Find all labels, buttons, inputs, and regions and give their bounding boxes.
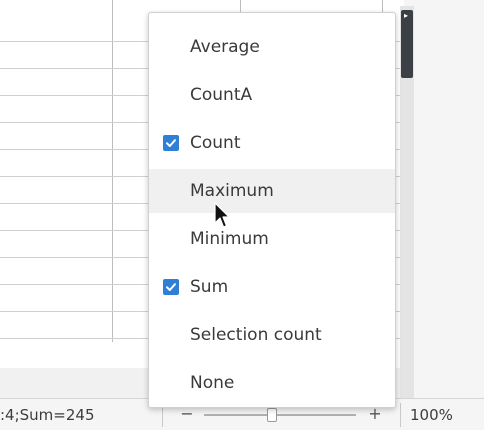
spreadsheet-window: ▸ :4;Sum=245 − + 100% Average CountA Cou… (0, 0, 484, 430)
menu-item-label: Count (190, 133, 241, 153)
menu-item-selection-count[interactable]: Selection count (149, 313, 395, 357)
status-function-menu: Average CountA Count Maximum Minimum Sum… (148, 12, 396, 408)
status-separator (400, 403, 401, 427)
menu-item-label: CountA (190, 85, 253, 105)
mouse-pointer-icon (214, 202, 230, 228)
menu-item-label: Maximum (190, 181, 274, 201)
checkbox-checked-icon (163, 279, 179, 295)
check-icon (166, 139, 176, 147)
menu-item-sum[interactable]: Sum (149, 265, 395, 309)
triangle-right-icon: ▸ (404, 11, 409, 20)
menu-item-none[interactable]: None (149, 361, 395, 405)
menu-item-average[interactable]: Average (149, 25, 395, 69)
menu-item-label: Sum (190, 277, 229, 297)
zoom-slider[interactable] (204, 414, 356, 416)
column-divider (112, 0, 113, 342)
menu-item-label: Selection count (190, 325, 322, 345)
menu-item-maximum[interactable]: Maximum (149, 169, 395, 213)
menu-item-counta[interactable]: CountA (149, 73, 395, 117)
zoom-percent[interactable]: 100% (410, 405, 453, 425)
checkbox-checked-icon (163, 135, 179, 151)
zoom-slider-handle[interactable] (267, 408, 278, 422)
status-formula-text[interactable]: :4;Sum=245 (0, 405, 95, 425)
check-icon (166, 283, 176, 291)
vertical-scrollbar-thumb[interactable] (401, 10, 413, 78)
menu-item-label: None (190, 373, 235, 393)
right-panel (404, 0, 484, 398)
menu-item-minimum[interactable]: Minimum (149, 217, 395, 261)
menu-item-count[interactable]: Count (149, 121, 395, 165)
menu-item-label: Minimum (190, 229, 269, 249)
menu-item-label: Average (190, 37, 260, 57)
